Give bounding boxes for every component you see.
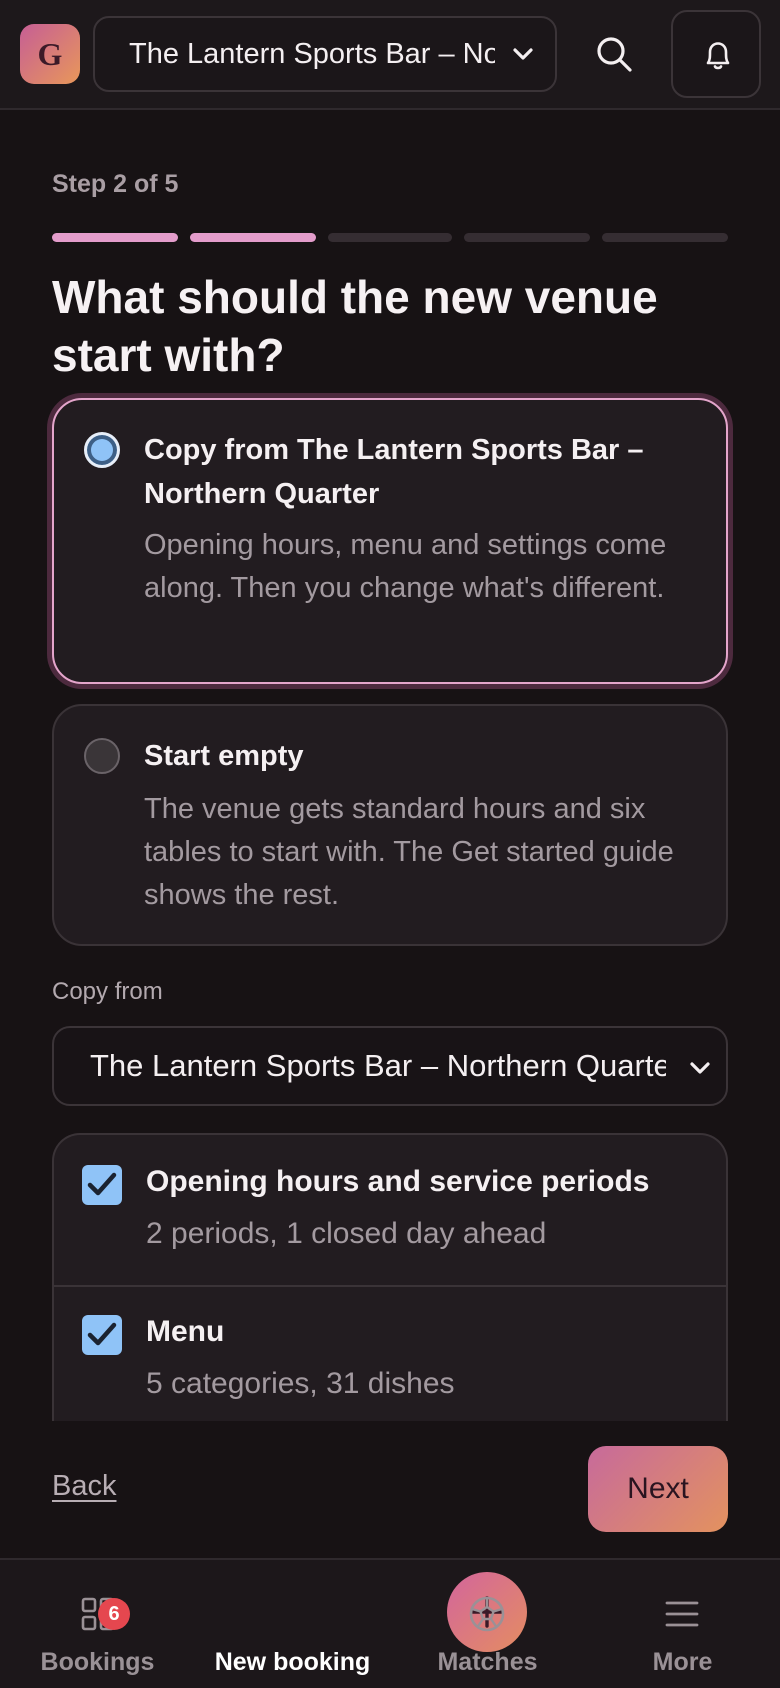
venue-selector[interactable]: The Lantern Sports Bar – Northern Quarte…: [93, 16, 557, 92]
chevron-down-icon: [690, 1062, 710, 1074]
app-logo: G: [20, 24, 80, 84]
radio-copy[interactable]: [84, 432, 120, 468]
progress-segment: [328, 233, 452, 242]
progress-segment: [190, 233, 316, 242]
option-description: Opening hours, menu and settings come al…: [144, 529, 667, 604]
radio-empty[interactable]: [84, 738, 120, 774]
check-icon: [87, 1322, 117, 1346]
progress-segment: [602, 233, 728, 242]
notifications-button[interactable]: [671, 10, 761, 98]
venue-selector-value: The Lantern Sports Bar – Northern Quarte…: [129, 38, 495, 70]
step-label: Step 2 of 5: [52, 170, 179, 198]
nav-new-booking[interactable]: New booking: [195, 1560, 527, 1688]
list-item[interactable]: Menu 5 categories, 31 dishes: [54, 1285, 726, 1421]
bell-icon: [706, 42, 730, 70]
option-title: Copy from The Lantern Sports Bar – North…: [144, 434, 644, 510]
top-bar: G The Lantern Sports Bar – Northern Quar…: [0, 0, 780, 110]
chevron-down-icon: [513, 48, 533, 60]
app-root: G The Lantern Sports Bar – Northern Quar…: [0, 0, 780, 1688]
copy-items-list: Opening hours and service periods 2 peri…: [52, 1133, 728, 1421]
progress-segment: [464, 233, 590, 242]
progress-segment: [52, 233, 178, 242]
search-button[interactable]: [590, 30, 640, 80]
bottom-nav: 6 Bookings New booking Matches More: [0, 1558, 780, 1688]
list-item[interactable]: Opening hours and service periods 2 peri…: [54, 1135, 726, 1285]
option-copy-card[interactable]: Copy from The Lantern Sports Bar – North…: [52, 398, 728, 684]
item-title: Opening hours and service periods: [146, 1165, 650, 1198]
bookings-count-badge: 6: [98, 1598, 130, 1630]
nav-label: Matches: [437, 1648, 538, 1676]
copy-from-select[interactable]: The Lantern Sports Bar – Northern Quarte…: [52, 1026, 728, 1106]
nav-label: Bookings: [40, 1648, 155, 1676]
nav-label: More: [652, 1648, 713, 1676]
option-empty-card[interactable]: Start empty The venue gets standard hour…: [52, 704, 728, 946]
page-title: What should the new venue start with?: [52, 271, 658, 381]
nav-matches[interactable]: Matches: [390, 1560, 585, 1688]
step-progress: [52, 233, 728, 242]
nav-label: New booking: [214, 1648, 371, 1676]
item-title: Menu: [146, 1315, 225, 1348]
option-description: The venue gets standard hours and six ta…: [144, 793, 674, 911]
back-link[interactable]: Back: [52, 1470, 116, 1503]
next-button[interactable]: Next: [588, 1446, 728, 1532]
copy-from-label: Copy from: [52, 978, 163, 1005]
nav-bookings[interactable]: 6 Bookings: [0, 1560, 195, 1688]
check-icon: [87, 1172, 117, 1196]
option-title: Start empty: [144, 740, 304, 772]
copy-from-value: The Lantern Sports Bar – Northern Quarte…: [90, 1048, 666, 1083]
item-subtitle: 2 periods, 1 closed day ahead: [146, 1217, 547, 1250]
checkbox-opening-hours[interactable]: [82, 1165, 122, 1205]
search-icon: [597, 37, 632, 72]
checkbox-menu[interactable]: [82, 1315, 122, 1355]
football-icon: [469, 1596, 505, 1632]
item-subtitle: 5 categories, 31 dishes: [146, 1367, 455, 1400]
menu-icon: [665, 1601, 699, 1627]
nav-more[interactable]: More: [585, 1560, 780, 1688]
